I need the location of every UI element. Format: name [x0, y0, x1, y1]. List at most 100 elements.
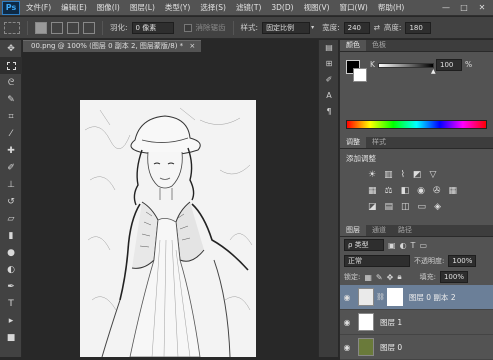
selective-color-icon[interactable]: ◈ [434, 202, 441, 212]
style-select[interactable]: 固定比例 [262, 21, 311, 34]
black-white-icon[interactable]: ◧ [401, 186, 410, 196]
blend-mode-select[interactable]: 正常 [344, 255, 410, 267]
blur-tool-icon[interactable]: ● [0, 244, 22, 261]
antialias-checkbox[interactable] [183, 23, 192, 32]
curves-icon[interactable]: ⌇ [401, 170, 405, 180]
filter-type-icon[interactable]: T [411, 241, 416, 250]
eyedropper-tool-icon[interactable]: ⁄ [0, 125, 22, 142]
lasso-tool-icon[interactable]: ᘓ [0, 74, 22, 91]
close-button[interactable]: ✕ [475, 3, 489, 13]
filter-shape-icon[interactable]: ▭ [419, 241, 427, 250]
color-spectrum-ramp[interactable] [346, 128, 470, 137]
tab-channels[interactable]: 通道 [366, 225, 392, 236]
eye-icon[interactable]: ◉ [340, 343, 354, 352]
layer-name[interactable]: 图层 1 [380, 317, 402, 328]
layer-row[interactable]: ◉ 图层 0 [340, 335, 493, 360]
fill-input[interactable]: 100% [439, 271, 468, 283]
document-tab[interactable]: 00.png @ 100% (图层 0 副本 2, 图层蒙版/8) * × [23, 40, 201, 52]
layer-row[interactable]: ◉ ⛓︎ 图层 0 副本 2 [340, 285, 493, 310]
hue-saturation-icon[interactable]: ▦ [368, 186, 377, 196]
menu-window[interactable]: 窗口(W) [340, 2, 368, 13]
menu-select[interactable]: 选择(S) [200, 2, 226, 13]
properties-panel-icon[interactable]: ⊞ [319, 56, 339, 72]
history-panel-icon[interactable]: ▤ [319, 40, 339, 56]
pen-tool-icon[interactable]: ✒ [0, 278, 22, 295]
subtract-selection-icon[interactable] [67, 21, 79, 34]
path-select-tool-icon[interactable]: ▸ [0, 312, 22, 329]
gradient-map-icon[interactable]: ▭ [418, 202, 427, 212]
shape-tool-icon[interactable]: ■ [0, 329, 22, 346]
maximize-button[interactable]: □ [457, 3, 471, 13]
tab-adjustments[interactable]: 调整 [340, 137, 366, 148]
healing-brush-tool-icon[interactable]: ✚ [0, 142, 22, 159]
move-tool-icon[interactable]: ✥ [0, 40, 22, 57]
tab-close-icon[interactable]: × [189, 42, 195, 50]
brush-panel-icon[interactable]: ✐ [319, 72, 339, 88]
new-selection-icon[interactable] [35, 21, 47, 34]
color-lookup-icon[interactable]: ▦ [449, 186, 458, 196]
photo-filter-icon[interactable]: ◉ [417, 186, 425, 196]
background-color-swatch[interactable] [353, 68, 367, 82]
filter-pixel-icon[interactable]: ▣ [388, 241, 396, 250]
width-input[interactable]: 240 [343, 21, 370, 34]
k-value-input[interactable]: 100 [436, 59, 462, 71]
tab-layers[interactable]: 图层 [340, 225, 366, 236]
feather-input[interactable]: 0 像素 [131, 21, 174, 34]
eye-icon[interactable]: ◉ [340, 293, 354, 302]
color-balance-icon[interactable]: ⚖ [385, 186, 393, 196]
lock-transparent-icon[interactable]: ▦ [364, 273, 372, 282]
menu-file[interactable]: 文件(F) [26, 2, 51, 13]
threshold-icon[interactable]: ◫ [401, 202, 410, 212]
exposure-icon[interactable]: ◩ [413, 170, 422, 180]
menu-help[interactable]: 帮助(H) [378, 2, 405, 13]
brush-tool-icon[interactable]: ✐ [0, 159, 22, 176]
quick-select-tool-icon[interactable]: ✎ [0, 91, 22, 108]
lock-image-icon[interactable]: ✎ [376, 273, 383, 282]
crop-tool-icon[interactable]: ⌗ [0, 108, 22, 125]
intersect-selection-icon[interactable] [83, 21, 95, 34]
menu-layer[interactable]: 图层(L) [130, 2, 155, 13]
dodge-tool-icon[interactable]: ◐ [0, 261, 22, 278]
menu-type[interactable]: 类型(Y) [165, 2, 190, 13]
levels-icon[interactable]: ▥ [384, 170, 393, 180]
tab-paths[interactable]: 路径 [392, 225, 418, 236]
menu-image[interactable]: 图像(I) [97, 2, 120, 13]
paragraph-panel-icon[interactable]: ¶ [319, 104, 339, 120]
k-slider[interactable] [378, 63, 434, 68]
layer-mask-icon[interactable] [386, 288, 403, 306]
gradient-tool-icon[interactable]: ▮ [0, 227, 22, 244]
minimize-button[interactable]: — [439, 3, 453, 13]
eraser-tool-icon[interactable]: ▱ [0, 210, 22, 227]
posterize-icon[interactable]: ▤ [385, 202, 394, 212]
menu-view[interactable]: 视图(V) [304, 2, 330, 13]
marquee-tool-icon[interactable] [0, 57, 22, 74]
height-input[interactable]: 180 [405, 21, 432, 34]
brightness-icon[interactable]: ☀ [368, 170, 376, 180]
filter-adjust-icon[interactable]: ◐ [400, 241, 407, 250]
chain-link-icon[interactable]: ⛓︎ [376, 293, 385, 301]
history-brush-tool-icon[interactable]: ↺ [0, 193, 22, 210]
tab-swatches[interactable]: 色板 [366, 40, 392, 51]
layer-name[interactable]: 图层 0 [380, 342, 402, 353]
invert-icon[interactable]: ◪ [368, 202, 377, 212]
tab-color[interactable]: 颜色 [340, 40, 366, 51]
channel-mixer-icon[interactable]: ✇ [433, 186, 441, 196]
menu-edit[interactable]: 编辑(E) [61, 2, 87, 13]
vibrance-icon[interactable]: ▽ [430, 170, 437, 180]
tab-styles[interactable]: 样式 [366, 137, 392, 148]
layer-row[interactable]: ◉ 图层 1 [340, 310, 493, 335]
lock-position-icon[interactable]: ✥ [387, 273, 394, 282]
clone-stamp-tool-icon[interactable]: ⊥ [0, 176, 22, 193]
menu-filter[interactable]: 滤镜(T) [236, 2, 261, 13]
layer-name[interactable]: 图层 0 副本 2 [409, 292, 456, 303]
add-selection-icon[interactable] [51, 21, 63, 34]
eye-icon[interactable]: ◉ [340, 318, 354, 327]
opacity-input[interactable]: 100% [448, 255, 477, 267]
layer-filter-select[interactable]: ρ 类型 [344, 239, 384, 251]
k-slider-handle[interactable]: ▲ [431, 68, 436, 75]
lock-all-icon[interactable]: 🔒︎ [397, 272, 401, 282]
type-tool-icon[interactable]: T [0, 295, 22, 312]
marquee-tool-preset-icon[interactable] [4, 21, 20, 34]
character-panel-icon[interactable]: A [319, 88, 339, 104]
menu-3d[interactable]: 3D(D) [271, 3, 293, 12]
